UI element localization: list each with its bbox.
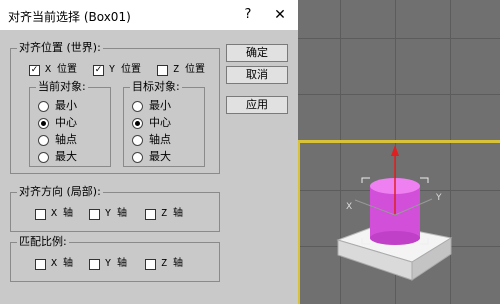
align-position-label: 对齐位置 (世界):: [17, 41, 103, 55]
x-position-checkbox[interactable]: ✓ X 位置: [29, 63, 77, 77]
current-max-label: 最大: [55, 150, 77, 163]
orient-y-label: Y 轴: [105, 208, 128, 219]
target-min-label: 最小: [149, 99, 171, 112]
check-box[interactable]: [89, 258, 100, 270]
radio-button[interactable]: [132, 151, 143, 163]
dialog-title: 对齐当前选择 (Box01): [8, 10, 131, 24]
current-object-group: 当前对象: 最小 中心 轴点 最大: [29, 80, 111, 167]
target-pivot-label: 轴点: [149, 133, 171, 146]
align-orientation-label: 对齐方向 (局部):: [17, 185, 103, 199]
cylinder-bottom: [370, 231, 420, 245]
cancel-button[interactable]: 取消: [226, 66, 288, 84]
current-object-label: 当前对象:: [36, 80, 88, 94]
current-pivot-label: 轴点: [55, 133, 77, 146]
check-box[interactable]: [35, 208, 46, 220]
match-scale-label: 匹配比例:: [17, 235, 69, 249]
check-box[interactable]: [145, 258, 156, 270]
radio-button[interactable]: [38, 100, 49, 112]
y-axis-label: Y: [436, 193, 442, 203]
current-max-radio[interactable]: 最大: [38, 150, 77, 164]
align-selection-dialog: 对齐当前选择 (Box01) ? ✕ 对齐位置 (世界): ✓ X 位置 ✓ Y…: [0, 0, 298, 304]
dialog-body: 对齐位置 (世界): ✓ X 位置 ✓ Y 位置 Z 位置 当前对象: 最小 中…: [0, 30, 298, 304]
y-position-checkbox[interactable]: ✓ Y 位置: [93, 63, 141, 77]
target-center-radio[interactable]: 中心: [132, 116, 171, 130]
bounding-corner: [420, 177, 429, 183]
current-min-label: 最小: [55, 99, 77, 112]
radio-button[interactable]: [38, 151, 49, 163]
apply-button[interactable]: 应用: [226, 96, 288, 114]
z-position-label: Z 位置: [173, 64, 206, 75]
current-min-radio[interactable]: 最小: [38, 99, 77, 113]
close-button[interactable]: ✕: [270, 5, 290, 25]
z-axis-arrow: [391, 145, 399, 156]
x-position-label: X 位置: [45, 64, 78, 75]
radio-button[interactable]: [132, 134, 143, 146]
x-axis-label: X: [346, 202, 353, 212]
current-center-label: 中心: [55, 116, 77, 129]
scale-y-checkbox[interactable]: Y 轴: [89, 257, 127, 271]
target-max-radio[interactable]: 最大: [132, 150, 171, 164]
target-pivot-radio[interactable]: 轴点: [132, 133, 171, 147]
current-pivot-radio[interactable]: 轴点: [38, 133, 77, 147]
align-orientation-group: 对齐方向 (局部): X 轴 Y 轴 Z 轴: [10, 185, 220, 232]
target-object-label: 目标对象:: [130, 80, 182, 94]
current-center-radio[interactable]: 中心: [38, 116, 77, 130]
x-position-check-box[interactable]: ✓: [29, 64, 40, 76]
y-position-check-box[interactable]: ✓: [93, 64, 104, 76]
y-position-label: Y 位置: [109, 64, 142, 75]
check-box[interactable]: [89, 208, 100, 220]
help-button[interactable]: ?: [238, 5, 258, 25]
target-max-label: 最大: [149, 150, 171, 163]
orient-x-label: X 轴: [51, 208, 74, 219]
orient-x-checkbox[interactable]: X 轴: [35, 207, 73, 221]
title-bar[interactable]: 对齐当前选择 (Box01) ? ✕: [0, 0, 298, 30]
orient-z-checkbox[interactable]: Z 轴: [145, 207, 183, 221]
align-position-group: 对齐位置 (世界): ✓ X 位置 ✓ Y 位置 Z 位置 当前对象: 最小 中…: [10, 41, 220, 174]
radio-button-selected[interactable]: [38, 117, 49, 129]
orient-y-checkbox[interactable]: Y 轴: [89, 207, 127, 221]
scale-y-label: Y 轴: [105, 258, 128, 269]
check-box[interactable]: [35, 258, 46, 270]
match-scale-group: 匹配比例: X 轴 Y 轴 Z 轴: [10, 235, 220, 282]
orient-z-label: Z 轴: [161, 208, 184, 219]
scale-z-label: Z 轴: [161, 258, 184, 269]
z-position-check-box[interactable]: [157, 64, 168, 76]
check-box[interactable]: [145, 208, 156, 220]
scale-z-checkbox[interactable]: Z 轴: [145, 257, 183, 271]
radio-button[interactable]: [132, 100, 143, 112]
radio-button[interactable]: [38, 134, 49, 146]
scale-x-label: X 轴: [51, 258, 74, 269]
target-center-label: 中心: [149, 116, 171, 129]
target-min-radio[interactable]: 最小: [132, 99, 171, 113]
target-object-group: 目标对象: 最小 中心 轴点 最大: [123, 80, 205, 167]
scale-x-checkbox[interactable]: X 轴: [35, 257, 73, 271]
z-position-checkbox[interactable]: Z 位置: [157, 63, 205, 77]
ok-button[interactable]: 确定: [226, 44, 288, 62]
bounding-corner: [361, 177, 370, 183]
radio-button-selected[interactable]: [132, 117, 143, 129]
